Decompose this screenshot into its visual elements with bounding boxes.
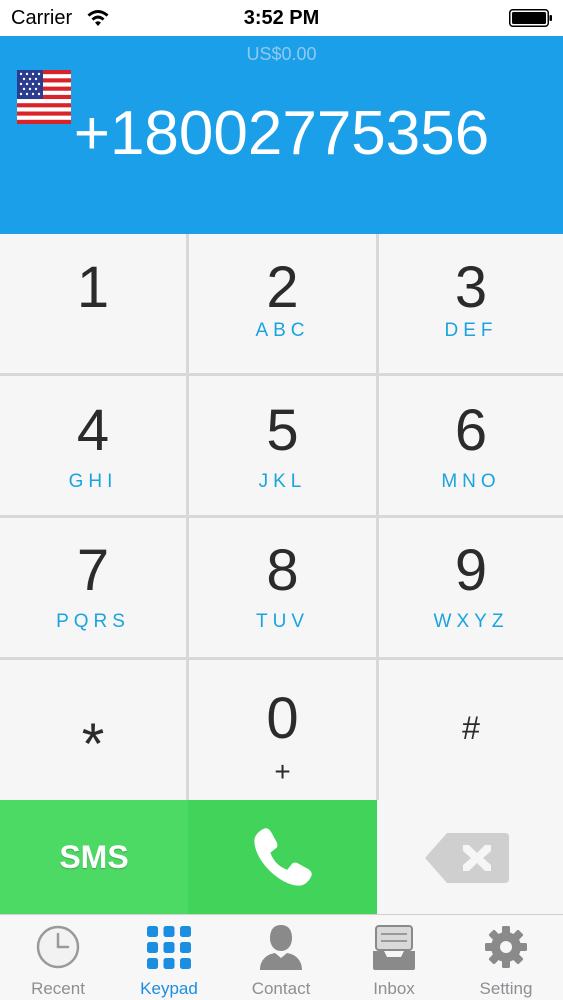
gear-icon bbox=[485, 926, 527, 968]
key-6[interactable]: 6 MNO bbox=[379, 376, 563, 515]
key-5[interactable]: 5 JKL bbox=[189, 376, 376, 515]
status-bar: Carrier 3:52 PM bbox=[0, 0, 563, 36]
tab-inbox[interactable]: Inbox bbox=[338, 915, 450, 1000]
key-letters: DEF bbox=[444, 320, 498, 341]
key-digit: 6 bbox=[454, 398, 488, 463]
key-digit: 0 bbox=[266, 686, 299, 751]
clock-icon bbox=[36, 925, 80, 969]
tab-label: Keypad bbox=[140, 979, 198, 998]
key-digit: 2 bbox=[266, 255, 299, 320]
key-star[interactable]: * bbox=[0, 660, 186, 800]
key-digit: * bbox=[81, 712, 105, 777]
key-letters: JKL bbox=[258, 471, 307, 492]
key-7[interactable]: 7 PQRS bbox=[0, 518, 186, 657]
tab-contact[interactable]: Contact bbox=[225, 915, 337, 1000]
keypad: 1 2 ABC 3 DEF 4 GHI 5 JKL 6 MNO 7 PQRS 8 bbox=[0, 234, 563, 800]
key-letters: TUV bbox=[256, 611, 309, 632]
tab-label: Inbox bbox=[373, 979, 415, 998]
tab-label: Recent bbox=[31, 979, 85, 998]
key-1[interactable]: 1 bbox=[0, 234, 186, 373]
key-digit: 4 bbox=[76, 398, 110, 463]
delete-button[interactable] bbox=[377, 800, 563, 914]
tab-recent[interactable]: Recent bbox=[2, 915, 114, 1000]
tab-keypad[interactable]: Keypad bbox=[113, 915, 225, 1000]
key-digit: 9 bbox=[454, 538, 488, 603]
sms-button[interactable]: SMS bbox=[0, 800, 188, 914]
key-3[interactable]: 3 DEF bbox=[379, 234, 563, 373]
keypad-grid-icon bbox=[147, 926, 191, 969]
person-icon bbox=[260, 925, 302, 970]
status-time: 3:52 PM bbox=[243, 7, 320, 29]
key-digit: 3 bbox=[454, 255, 488, 320]
dialed-number: +18002775356 bbox=[73, 99, 490, 168]
key-2[interactable]: 2 ABC bbox=[189, 234, 376, 373]
backspace-icon bbox=[425, 833, 509, 883]
key-letters: PQRS bbox=[56, 611, 130, 632]
key-letters: GHI bbox=[68, 471, 118, 492]
call-button[interactable] bbox=[188, 800, 377, 914]
key-digit: 5 bbox=[266, 398, 299, 463]
tab-label: Setting bbox=[479, 979, 533, 998]
key-letters: ABC bbox=[255, 320, 310, 341]
key-4[interactable]: 4 GHI bbox=[0, 376, 186, 515]
dialer-header: US$0.00 +18002775356 bbox=[0, 36, 563, 234]
key-plus-label: + bbox=[274, 756, 291, 787]
account-balance: US$0.00 bbox=[246, 44, 317, 64]
phone-icon bbox=[254, 828, 312, 886]
key-hash[interactable]: # bbox=[379, 660, 563, 800]
key-letters: MNO bbox=[441, 471, 501, 492]
tab-label: Contact bbox=[251, 979, 311, 998]
inbox-tray-icon bbox=[373, 925, 415, 970]
key-digit: 1 bbox=[76, 255, 110, 320]
tab-setting[interactable]: Setting bbox=[450, 915, 562, 1000]
key-0[interactable]: 0 + bbox=[189, 660, 376, 800]
key-digit: # bbox=[462, 710, 480, 746]
tab-bar: Recent Keypad Contact Inbox Setting bbox=[0, 914, 563, 1000]
key-letters: WXYZ bbox=[433, 611, 509, 632]
key-8[interactable]: 8 TUV bbox=[189, 518, 376, 657]
battery-icon bbox=[509, 9, 552, 27]
dialer-screen: Carrier 3:52 PM US$0.00 +18002775356 1 2… bbox=[0, 0, 563, 1000]
key-9[interactable]: 9 WXYZ bbox=[379, 518, 563, 657]
key-digit: 7 bbox=[76, 538, 110, 603]
key-digit: 8 bbox=[266, 538, 299, 603]
